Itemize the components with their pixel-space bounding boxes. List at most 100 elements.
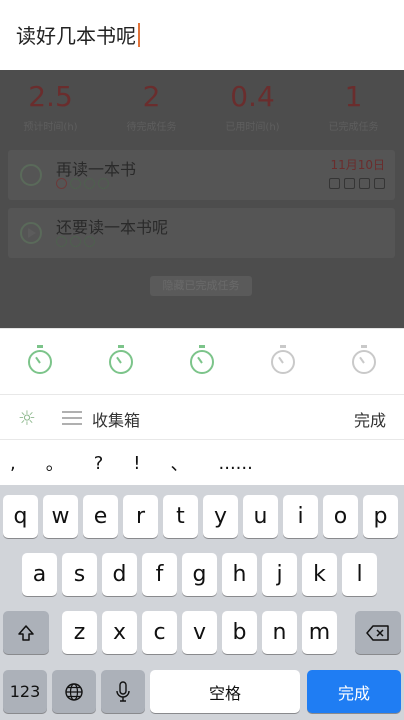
key-x[interactable]: x [102, 611, 137, 654]
keyboard-row-2: a s d f g h j k l [0, 553, 404, 597]
key-s[interactable]: s [62, 553, 97, 596]
key-y[interactable]: y [203, 495, 238, 538]
microphone-icon [116, 680, 130, 702]
hide-completed-button[interactable]: 隐藏已完成任务 [150, 276, 252, 296]
globe-key[interactable] [52, 670, 96, 713]
task-input[interactable]: 读好几本书呢 [16, 20, 140, 49]
pomodoro-icon [84, 178, 95, 189]
return-key[interactable]: 完成 [307, 670, 401, 713]
candidate-item[interactable]: 。 [46, 450, 64, 476]
note-icon [374, 178, 385, 189]
input-toolbar: ☼ 收集箱 完成 [0, 394, 404, 440]
timer-icon [270, 344, 295, 374]
keyboard-row-3: z x c v b n m [0, 611, 404, 655]
task-input-area: 读好几本书呢 [0, 0, 404, 70]
candidate-item[interactable]: , [10, 453, 16, 474]
candidate-item[interactable]: 、 [171, 450, 189, 476]
stat-value: 2.5 [28, 80, 73, 113]
stat-used-time: 0.4 已用时间(h) [202, 78, 303, 142]
key-n[interactable]: n [262, 611, 297, 654]
key-h[interactable]: h [222, 553, 257, 596]
key-p[interactable]: p [363, 495, 398, 538]
pomodoro-count [56, 236, 95, 247]
repeat-icon [344, 178, 355, 189]
key-b[interactable]: b [222, 611, 257, 654]
candidate-item[interactable]: ? [94, 453, 104, 474]
task-title: 还要读一本书呢 [56, 218, 169, 237]
stat-label: 待完成任务 [126, 122, 177, 133]
key-a[interactable]: a [22, 553, 57, 596]
candidate-item[interactable]: ! [133, 453, 140, 474]
stat-completed-tasks: 1 已完成任务 [303, 78, 404, 142]
stats-bar: 2.5 预计时间(h) 2 待完成任务 0.4 已用时间(h) 1 已完成任务 [0, 78, 404, 142]
key-m[interactable]: m [302, 611, 337, 654]
timer-icon[interactable] [20, 164, 42, 186]
pomodoro-option-3[interactable] [162, 329, 243, 394]
task-date: 11月10日 [330, 158, 385, 172]
key-o[interactable]: o [323, 495, 358, 538]
timer-icon [351, 344, 376, 374]
keyboard-row-1: q w e r t y u i o p [0, 495, 404, 539]
key-g[interactable]: g [182, 553, 217, 596]
stat-pending-tasks: 2 待完成任务 [101, 78, 202, 142]
stat-value: 0.4 [230, 80, 275, 113]
bell-icon [329, 178, 340, 189]
pomodoro-selector [0, 328, 404, 394]
key-i[interactable]: i [283, 495, 318, 538]
inbox-label[interactable]: 收集箱 [92, 407, 140, 431]
shift-icon [18, 624, 34, 641]
stat-estimated-time: 2.5 预计时间(h) [0, 78, 101, 142]
shift-key[interactable] [3, 611, 49, 654]
key-l[interactable]: l [342, 553, 377, 596]
numbers-key[interactable]: 123 [3, 670, 47, 713]
stat-label: 预计时间(h) [23, 122, 78, 133]
pomodoro-option-4[interactable] [242, 329, 323, 394]
key-k[interactable]: k [302, 553, 337, 596]
stat-value: 2 [142, 80, 161, 113]
key-u[interactable]: u [243, 495, 278, 538]
list-icon[interactable] [62, 411, 82, 425]
pomodoro-icon [98, 178, 109, 189]
key-z[interactable]: z [62, 611, 97, 654]
pomodoro-icon [56, 178, 67, 189]
microphone-key[interactable] [101, 670, 145, 713]
key-e[interactable]: e [83, 495, 118, 538]
candidate-bar: , 。 ? ! 、 ...... [0, 441, 404, 485]
key-j[interactable]: j [262, 553, 297, 596]
stat-label: 已完成任务 [328, 122, 379, 133]
pomodoro-icon [70, 236, 81, 247]
key-d[interactable]: d [102, 553, 137, 596]
task-input-text: 读好几本书呢 [16, 24, 136, 48]
stat-label: 已用时间(h) [225, 122, 280, 133]
pomodoro-icon [70, 178, 81, 189]
timer-icon [28, 344, 53, 374]
key-q[interactable]: q [3, 495, 38, 538]
pomodoro-option-5[interactable] [323, 329, 404, 394]
timer-icon [109, 344, 134, 374]
stat-value: 1 [344, 80, 363, 113]
done-button[interactable]: 完成 [354, 407, 386, 431]
backspace-key[interactable] [355, 611, 401, 654]
pomodoro-icon [56, 236, 67, 247]
backspace-icon [366, 624, 389, 641]
key-r[interactable]: r [123, 495, 158, 538]
keyboard-row-4: 123 空格 完成 [0, 670, 404, 714]
candidate-item[interactable]: ...... [219, 453, 253, 474]
play-icon[interactable] [20, 222, 42, 244]
pomodoro-option-1[interactable] [0, 329, 81, 394]
task-card[interactable]: 再读一本书 11月10日 [8, 150, 395, 200]
space-key[interactable]: 空格 [150, 670, 300, 713]
key-v[interactable]: v [182, 611, 217, 654]
pomodoro-option-2[interactable] [81, 329, 162, 394]
key-w[interactable]: w [43, 495, 78, 538]
task-card[interactable]: 还要读一本书呢 [8, 208, 395, 258]
timer-icon [189, 344, 214, 374]
sun-icon[interactable]: ☼ [16, 406, 38, 430]
key-f[interactable]: f [142, 553, 177, 596]
task-title: 再读一本书 [56, 160, 137, 179]
key-c[interactable]: c [142, 611, 177, 654]
key-t[interactable]: t [163, 495, 198, 538]
pomodoro-count [56, 178, 109, 189]
subtask-icon [359, 178, 370, 189]
text-caret [138, 22, 140, 47]
